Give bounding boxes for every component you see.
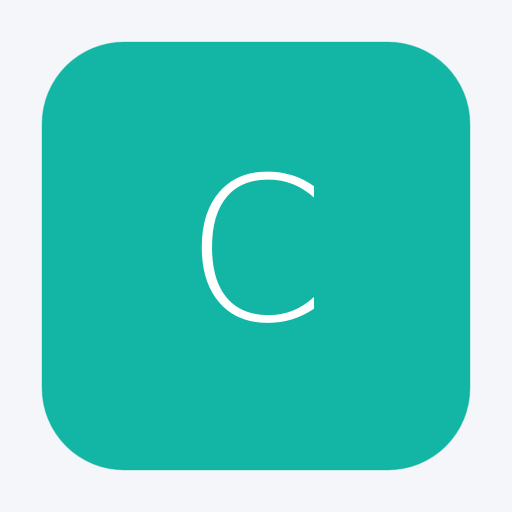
icon-canvas: C: [0, 0, 512, 512]
app-icon-tile[interactable]: C: [42, 42, 470, 470]
app-icon-letter: C: [185, 135, 325, 368]
